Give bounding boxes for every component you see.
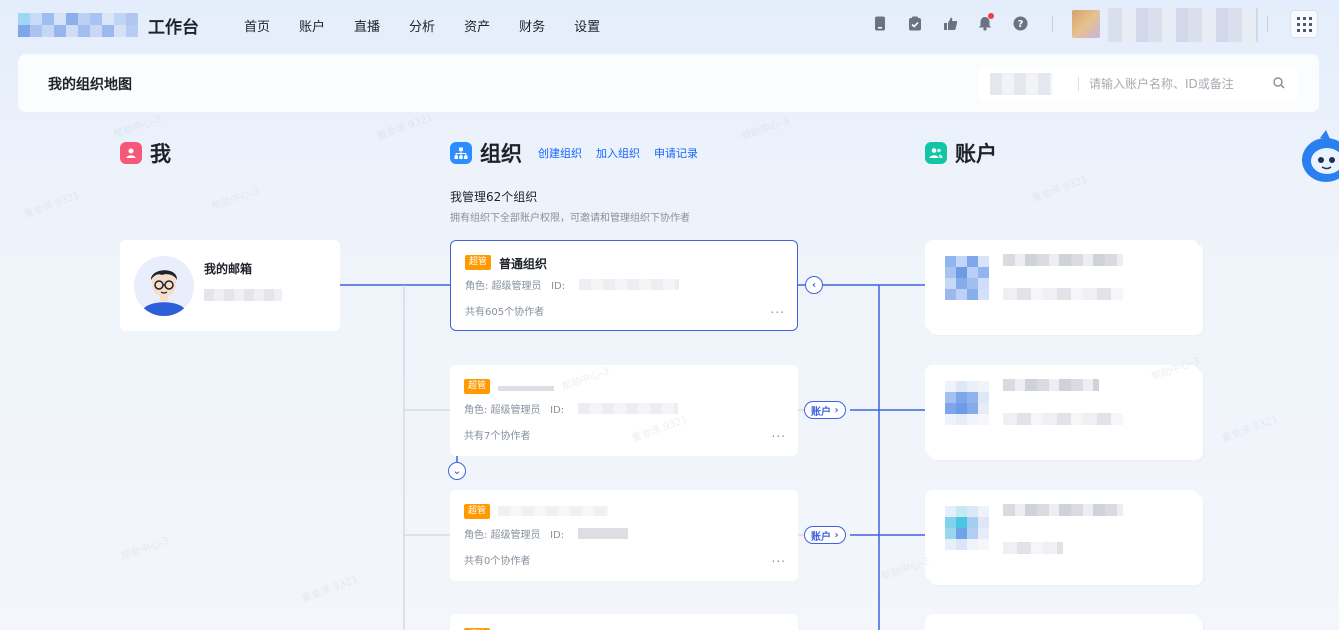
more-icon[interactable]: ... (772, 427, 786, 439)
account-thumbnail (945, 381, 989, 425)
account-thumbnail (945, 256, 989, 300)
create-org-link[interactable]: 创建组织 (538, 145, 582, 161)
my-email-label: 我的邮箱 (204, 262, 253, 276)
account-id-redacted (1003, 413, 1123, 425)
org-name: 普通组织 (499, 257, 548, 271)
org-collaborators: 共有605个协作者 (465, 307, 545, 318)
org-name-redacted (498, 506, 608, 516)
org-role: 角色: 超级管理员 ID: (464, 530, 565, 541)
account-expand-button[interactable]: 账户 › (804, 526, 846, 544)
assistant-mascot-icon[interactable] (1300, 130, 1339, 188)
column-title-org: 组织 创建组织 加入组织 申请记录 (450, 138, 698, 168)
account-card[interactable] (925, 614, 1199, 630)
column-title-account: 账户 (925, 138, 997, 168)
org-collaborators: 共有0个协作者 (464, 556, 531, 567)
user-icon (120, 142, 142, 164)
expand-more-icon[interactable]: ⌄ (448, 462, 466, 480)
more-icon[interactable]: ... (771, 303, 785, 315)
email-value-redacted (204, 289, 282, 301)
avatar (134, 256, 194, 316)
join-org-link[interactable]: 加入组织 (596, 145, 640, 161)
super-admin-badge: 超管 (464, 379, 491, 394)
column-title-me: 我 (120, 138, 171, 168)
org-action-links: 创建组织 加入组织 申请记录 (538, 145, 698, 161)
account-id-redacted (1003, 542, 1063, 554)
account-name-redacted (1003, 254, 1123, 266)
org-role: 角色: 超级管理员 ID: (464, 405, 565, 416)
me-card[interactable]: 我的邮箱 (120, 240, 340, 331)
account-icon (925, 142, 947, 164)
account-expand-button[interactable]: 账户 › (804, 401, 846, 419)
column-title-account-label: 账户 (955, 142, 997, 166)
org-card[interactable]: 超管 (450, 614, 798, 630)
org-collaborators: 共有7个协作者 (464, 431, 531, 442)
account-name-redacted (1003, 379, 1099, 391)
account-card[interactable] (925, 240, 1199, 331)
org-id-redacted (579, 279, 679, 290)
organization-icon (450, 142, 472, 164)
collapse-toggle-icon[interactable]: ‹ (805, 276, 823, 294)
account-name-redacted (1003, 504, 1123, 516)
org-id-redacted (578, 528, 628, 539)
org-card[interactable]: 超管 普通组织 角色: 超级管理员 ID: 共有605个协作者 ... (450, 240, 798, 331)
org-manage-description: 拥有组织下全部账户权限，可邀请和管理组织下协作者 (450, 213, 690, 224)
account-card[interactable] (925, 490, 1199, 581)
column-title-me-label: 我 (150, 142, 171, 166)
org-card[interactable]: 超管 角色: 超级管理员 ID: 共有0个协作者 ... (450, 490, 798, 581)
more-icon[interactable]: ... (772, 552, 786, 564)
account-card[interactable] (925, 365, 1199, 456)
account-thumbnail (945, 506, 989, 550)
super-admin-badge: 超管 (464, 504, 491, 519)
org-manage-count: 我管理62个组织 (450, 190, 538, 204)
column-title-org-label: 组织 (480, 142, 522, 166)
application-records-link[interactable]: 申请记录 (654, 145, 698, 161)
org-id-redacted (578, 403, 678, 414)
org-card[interactable]: 超管 角色: 超级管理员 ID: 共有7个协作者 ... (450, 365, 798, 456)
account-id-redacted (1003, 288, 1123, 300)
org-role: 角色: 超级管理员 ID: (465, 281, 566, 292)
super-admin-badge: 超管 (465, 255, 492, 270)
org-name-redacted (498, 386, 554, 391)
